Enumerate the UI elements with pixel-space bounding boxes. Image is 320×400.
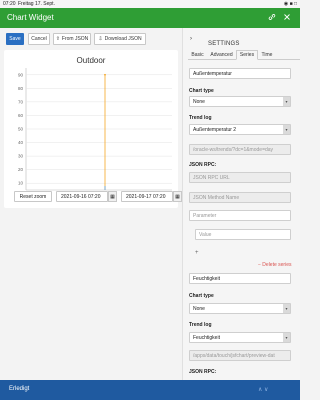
to-date-input[interactable]: 2021-09-17 07:20 — [121, 191, 173, 202]
app-header: Chart Widget — [0, 8, 300, 28]
chart-type-select[interactable]: None ▾ — [189, 96, 291, 107]
trend-path-input[interactable]: /apps/data/touch/jsfchart/preview-dat — [189, 350, 291, 361]
from-json-button[interactable]: ⇪ From JSON — [53, 33, 91, 45]
tab-basic[interactable]: Basic — [188, 50, 207, 60]
chart-type-label: Chart type — [189, 88, 214, 94]
y-tick-label: 10 — [18, 181, 24, 186]
calendar-icon[interactable]: ▦ — [108, 191, 117, 202]
from-date-input[interactable]: 2021-09-16 07:20 — [56, 191, 108, 202]
trend-log-value: Feuchtigkeit — [193, 334, 220, 341]
trend-path-input[interactable]: /oracle-ws/trends/?dc=1&mode=day — [189, 144, 291, 155]
trend-log-label: Trend log — [189, 322, 212, 328]
calendar-icon[interactable]: ▦ — [173, 191, 182, 202]
rpc-url-input[interactable]: JSON RPC URL — [189, 172, 291, 183]
chevron-down-icon: ▾ — [283, 304, 290, 313]
chart-type-value: None — [193, 98, 205, 105]
series-name-input[interactable]: Feuchtigkeit — [189, 273, 291, 284]
status-time: 07:20 — [3, 1, 16, 7]
settings-heading: SETTINGS — [208, 41, 240, 47]
done-button[interactable]: Erledigt — [9, 386, 29, 392]
value-input[interactable]: Value — [195, 229, 291, 240]
parameter-input[interactable]: Parameter — [189, 210, 291, 221]
chevron-down-icon: ▾ — [283, 97, 290, 106]
bottom-bar: Erledigt ∧ ∨ — [0, 380, 300, 400]
reset-zoom-button[interactable]: Reset zoom — [14, 191, 52, 202]
download-json-label: Download JSON — [104, 36, 142, 42]
data-point — [104, 73, 106, 76]
chevron-down-icon: ▾ — [283, 333, 290, 342]
from-json-label: From JSON — [61, 36, 89, 42]
cancel-button[interactable]: Cancel — [28, 33, 50, 45]
line-chart[interactable]: 9080706050403020101:09:00Zeit — [4, 50, 178, 208]
status-icons: ◉ ■ □ — [283, 1, 297, 7]
status-bar: 07:20 Freitag 17. Sept. ◉ ■ □ — [0, 0, 300, 8]
trend-log-value: Außentemperatur 2 — [193, 126, 237, 133]
y-tick-label: 40 — [18, 140, 24, 145]
chart-panel: Save Cancel ⇪ From JSON ⇩ Download JSON Ou… — [0, 28, 182, 380]
y-tick-label: 80 — [18, 86, 24, 91]
trend-log-select[interactable]: Außentemperatur 2 ▾ — [189, 124, 291, 135]
tab-time[interactable]: Time — [258, 50, 276, 60]
chart-type-value: None — [193, 305, 205, 312]
link-icon[interactable] — [268, 13, 276, 23]
tab-series[interactable]: Series — [236, 50, 258, 60]
tab-advanced[interactable]: Advanced — [207, 50, 236, 60]
y-tick-label: 60 — [18, 113, 24, 118]
save-button[interactable]: Save — [6, 33, 24, 45]
json-rpc-label: JSON RPC: — [189, 162, 217, 168]
add-parameter-button[interactable]: + — [195, 250, 199, 256]
chart-type-select[interactable]: None ▾ — [189, 303, 291, 314]
close-icon[interactable] — [283, 13, 291, 23]
y-tick-label: 70 — [18, 99, 24, 104]
series-name-input[interactable]: Außentemperatur — [189, 68, 291, 79]
chart-card: Outdoor 9080706050403020101:09:00Zeit — [4, 50, 178, 208]
upload-icon: ⇪ — [55, 36, 60, 42]
status-date: Freitag 17. Sept. — [18, 1, 55, 7]
settings-tabs: Basic Advanced Series Time — [188, 50, 300, 60]
collapse-chevron-icon[interactable]: › — [190, 36, 192, 42]
y-tick-label: 20 — [18, 167, 24, 172]
settings-panel: › SETTINGS Basic Advanced Series Time Au… — [182, 28, 300, 380]
chart-type-label: Chart type — [189, 293, 214, 299]
chevron-down-icon: ▾ — [283, 125, 290, 134]
trend-log-select[interactable]: Feuchtigkeit ▾ — [189, 332, 291, 343]
y-tick-label: 30 — [18, 154, 24, 159]
download-icon: ⇩ — [98, 36, 103, 42]
window-title: Chart Widget — [7, 13, 54, 22]
delete-series-button[interactable]: − Delete series — [258, 262, 292, 268]
y-tick-label: 90 — [18, 72, 24, 77]
nav-arrows-icon[interactable]: ∧ ∨ — [258, 386, 268, 393]
download-json-button[interactable]: ⇩ Download JSON — [94, 33, 146, 45]
json-rpc-label: JSON RPC: — [189, 369, 217, 375]
rpc-method-input[interactable]: JSON Method Name — [189, 192, 291, 203]
trend-log-label: Trend log — [189, 115, 212, 121]
y-tick-label: 50 — [18, 127, 24, 132]
